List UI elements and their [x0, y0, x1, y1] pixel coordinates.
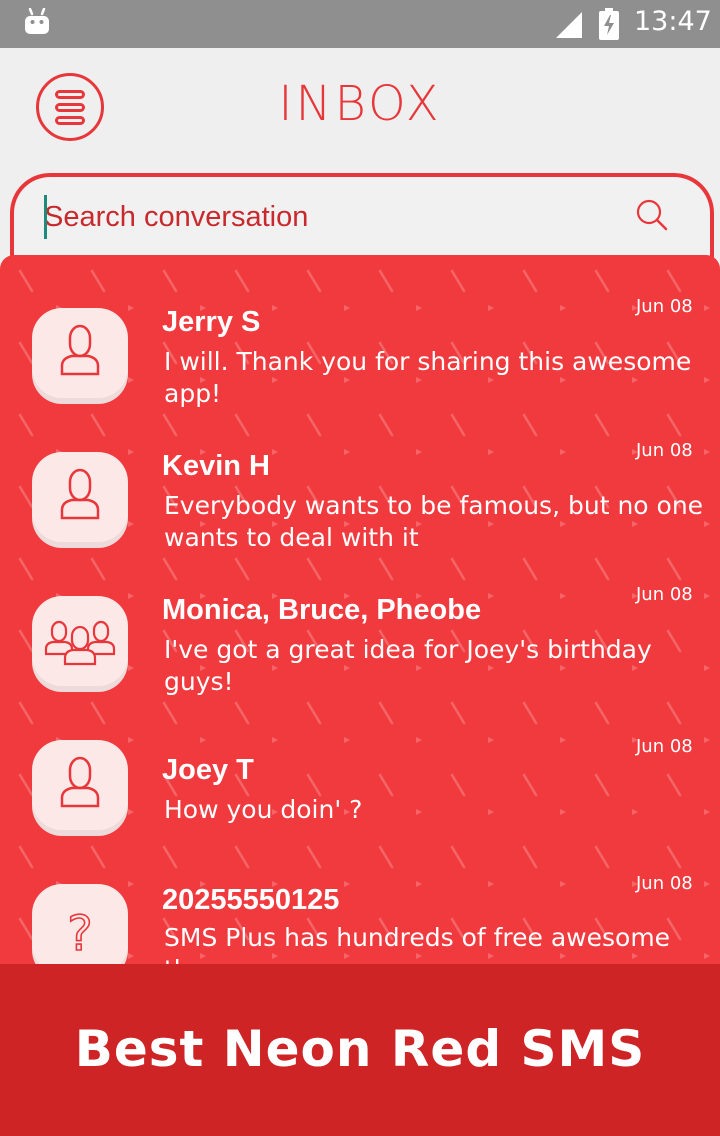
status-bar: 13:47 — [0, 0, 720, 48]
battery-charging-icon — [599, 8, 619, 40]
page-title-text: INBOX — [278, 76, 442, 132]
search-input[interactable] — [44, 195, 624, 239]
question-mark-icon: ? — [66, 905, 93, 963]
android-icon — [25, 8, 49, 34]
conversation-list[interactable]: Jerry S I will. Thank you for sharing th… — [0, 255, 720, 975]
conversation-item[interactable]: ? 20255550125 SMS Plus has hundreds of f… — [0, 872, 720, 975]
conversation-name: 20255550125 — [162, 884, 340, 916]
conversation-preview: Everybody wants to be famous, but no one… — [164, 491, 704, 552]
person-icon — [60, 324, 100, 376]
conversation-preview: How you doin' ? — [164, 795, 363, 824]
conversation-date: Jun 08 — [636, 736, 693, 757]
conversation-name: Joey T — [162, 754, 254, 786]
search-icon[interactable] — [632, 195, 672, 235]
conversation-name: Kevin H — [162, 450, 270, 482]
conversation-item[interactable]: Jerry S I will. Thank you for sharing th… — [0, 295, 720, 435]
conversation-preview: I will. Thank you for sharing this aweso… — [164, 347, 692, 408]
conversation-name: Monica, Bruce, Pheobe — [162, 594, 482, 626]
person-icon — [60, 468, 100, 520]
conversation-date: Jun 08 — [636, 873, 693, 894]
avatar — [32, 740, 128, 836]
avatar — [32, 308, 128, 404]
group-icon — [44, 620, 116, 666]
avatar — [32, 596, 128, 692]
conversation-item[interactable]: Joey T How you doin' ? Jun 08 — [0, 735, 720, 875]
conversation-item[interactable]: Kevin H Everybody wants to be famous, bu… — [0, 439, 720, 579]
signal-icon — [556, 12, 582, 38]
avatar — [32, 452, 128, 548]
conversation-name: Jerry S — [162, 306, 261, 338]
conversation-item[interactable]: Monica, Bruce, Pheobe I've got a great i… — [0, 583, 720, 723]
svg-text:?: ? — [67, 906, 92, 962]
conversation-date: Jun 08 — [636, 296, 693, 317]
conversation-date: Jun 08 — [636, 440, 693, 461]
avatar: ? — [32, 884, 128, 975]
promo-banner: Best Neon Red SMS — [0, 964, 720, 1136]
person-icon — [60, 756, 100, 808]
page-title: INBOX — [0, 76, 720, 132]
status-clock: 13:47 — [634, 6, 712, 37]
text-caret — [44, 195, 47, 239]
banner-text: Best Neon Red SMS — [74, 1020, 646, 1078]
conversation-preview: I've got a great idea for Joey's birthda… — [164, 635, 652, 696]
conversation-date: Jun 08 — [636, 584, 693, 605]
